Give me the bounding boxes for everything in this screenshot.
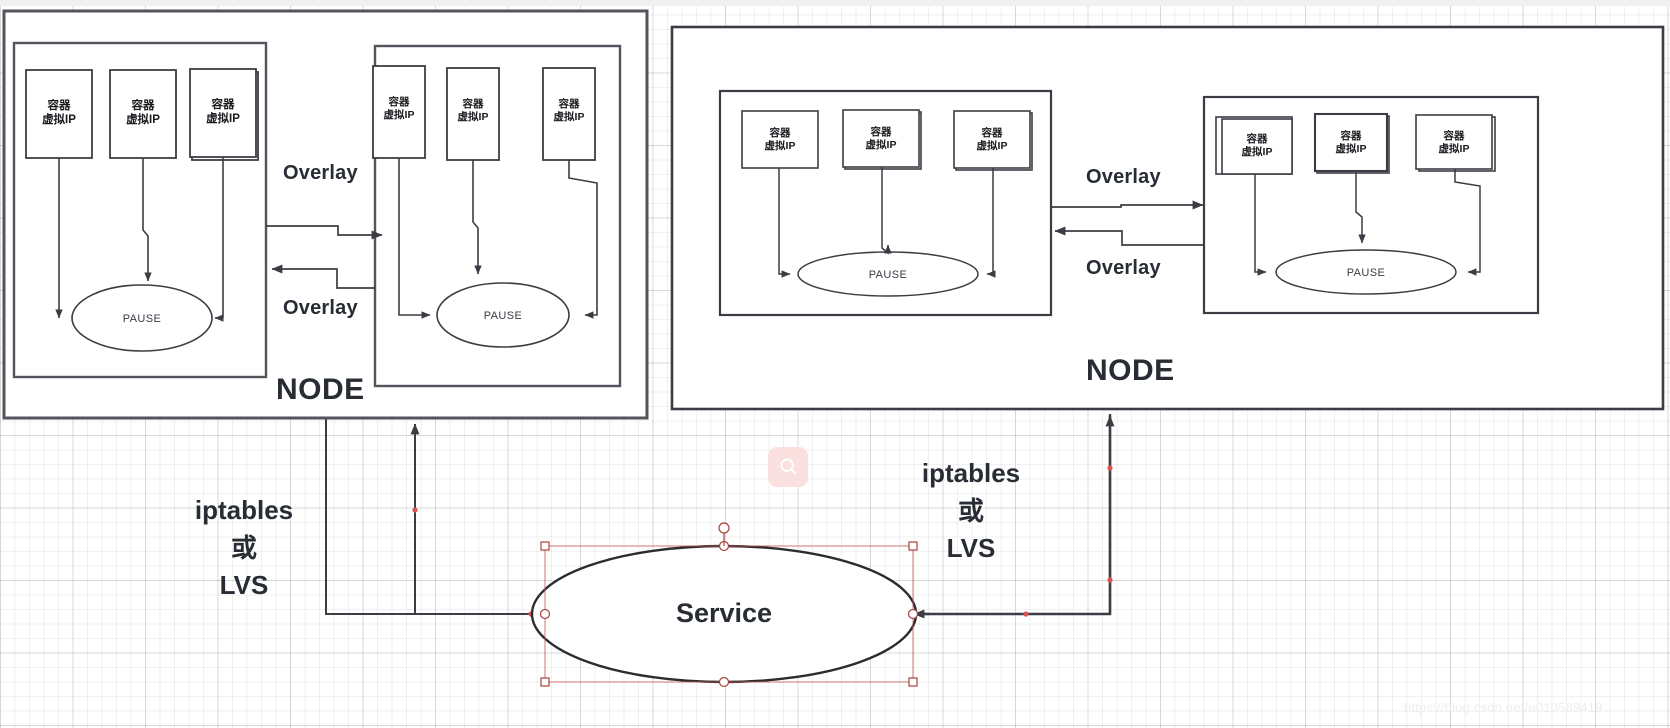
routing-label-left: iptables 或 LVS: [178, 492, 310, 605]
container-line1: 容器: [47, 100, 71, 112]
container-line1: 容器: [1443, 130, 1465, 142]
container-line2: 虚拟IP: [865, 138, 897, 151]
container-line2: 虚拟IP: [42, 113, 76, 126]
container-label: 容器 虚拟IP: [190, 99, 256, 127]
container-label: 容器 虚拟IP: [1416, 130, 1492, 155]
node-left-label: NODE: [276, 373, 365, 406]
csdn-logo-icon: [768, 447, 808, 487]
resize-handle-sw: [540, 677, 550, 687]
container-label: 容器 虚拟IP: [447, 98, 499, 123]
pod-left-a[interactable]: [12, 41, 268, 379]
routing-right-line3: LVS: [946, 533, 996, 564]
pause-label: PAUSE: [483, 310, 523, 322]
container-line1: 容器: [769, 127, 791, 139]
container-line1: 容器: [131, 100, 155, 112]
watermark-url: https://blog.csdn.net/u010569419: [1404, 700, 1603, 715]
overlay-label: Overlay: [1086, 257, 1161, 279]
container-line2: 虚拟IP: [764, 139, 796, 152]
container-label: 容器 虚拟IP: [742, 127, 818, 152]
container-label: 容器 虚拟IP: [1315, 130, 1387, 155]
node-right-label: NODE: [1086, 354, 1175, 387]
container-line2: 虚拟IP: [1438, 142, 1470, 155]
routing-label-right: iptables 或 LVS: [905, 455, 1037, 568]
container-line1: 容器: [462, 98, 484, 110]
overlay-label: Overlay: [283, 297, 358, 319]
resize-handle-se: [908, 677, 918, 687]
resize-handle-s: [718, 676, 730, 688]
routing-right-line1: iptables: [921, 458, 1021, 488]
resize-handle-nw: [540, 541, 550, 551]
pause-label: PAUSE: [1346, 267, 1386, 279]
routing-right-line2: 或: [957, 495, 984, 526]
pause-label: PAUSE: [868, 269, 908, 281]
container-label: 容器 虚拟IP: [954, 127, 1030, 152]
resize-handle-w: [539, 608, 551, 620]
routing-left-line1: iptables: [194, 495, 294, 525]
resize-handle-e: [907, 608, 919, 620]
container-line2: 虚拟IP: [976, 139, 1008, 152]
routing-left-line3: LVS: [219, 570, 269, 601]
pause-label: PAUSE: [122, 313, 162, 325]
container-label: 容器 虚拟IP: [373, 96, 425, 121]
overlay-label: Overlay: [283, 162, 358, 184]
service-to-node-left-path[interactable]: [325, 419, 546, 619]
container-line1: 容器: [1246, 133, 1268, 145]
container-line2: 虚拟IP: [457, 110, 489, 123]
rotate-handle: [718, 522, 730, 534]
container-label: 容器 虚拟IP: [843, 126, 919, 151]
service-label: Service: [675, 598, 773, 628]
container-line1: 容器: [388, 96, 410, 108]
container-label: 容器 虚拟IP: [1222, 133, 1292, 158]
container-line1: 容器: [870, 126, 892, 138]
container-line1: 容器: [558, 98, 580, 110]
container-label: 容器 虚拟IP: [110, 100, 176, 128]
container-line2: 虚拟IP: [206, 112, 240, 125]
container-line1: 容器: [981, 127, 1003, 139]
container-line2: 虚拟IP: [126, 113, 160, 126]
overlay-label: Overlay: [1086, 166, 1161, 188]
container-line2: 虚拟IP: [383, 108, 415, 121]
diagram-canvas: 容器 虚拟IP 容器 虚拟IP 容器 虚拟IP PAUSE 容器 虚拟IP 容器…: [0, 0, 1670, 728]
container-label: 容器 虚拟IP: [26, 100, 92, 128]
container-line2: 虚拟IP: [553, 110, 585, 123]
routing-left-line2: 或: [230, 532, 257, 563]
container-line1: 容器: [211, 99, 235, 111]
container-line2: 虚拟IP: [1335, 142, 1367, 155]
pod-right-a[interactable]: [718, 89, 1053, 317]
container-line2: 虚拟IP: [1241, 145, 1273, 158]
container-line1: 容器: [1340, 130, 1362, 142]
container-label: 容器 虚拟IP: [543, 98, 595, 123]
